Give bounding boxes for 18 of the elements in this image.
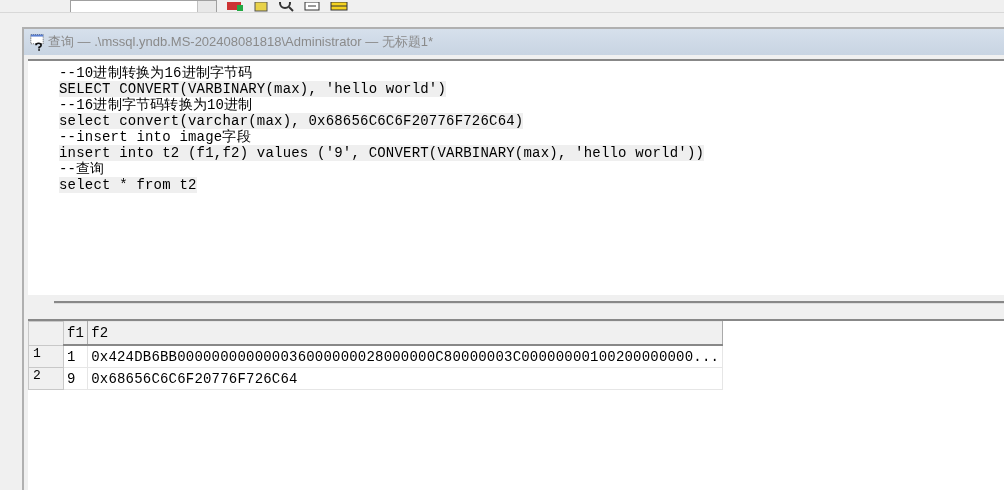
comment-line: --10进制转换为16进制字节码 (59, 65, 253, 81)
comment-line: --16进制字节码转换为10进制 (59, 97, 253, 113)
table-cell: 1 (63, 345, 88, 368)
row-header[interactable]: 1 (28, 345, 64, 368)
table-cell: 0x68656C6C6F20776F726C64 (87, 367, 723, 390)
comment-line: --insert into image字段 (59, 129, 251, 145)
table-cell: 9 (63, 367, 88, 390)
grid-icon[interactable] (329, 2, 349, 12)
magnifier-icon[interactable] (277, 2, 295, 12)
row-header[interactable]: 2 (28, 367, 64, 390)
column-header[interactable]: f2 (87, 321, 723, 345)
column-header[interactable]: f1 (63, 321, 88, 345)
list-icon[interactable] (303, 2, 321, 12)
table-cell: 0x424DB6BB000000000000036000000028000000C80000003C00000000100200000000... (87, 345, 723, 368)
window-title: 查询 — .\mssql.yndb.MS-202408081818\Administrator — 无标题1* (48, 33, 434, 51)
table-icon[interactable] (225, 2, 245, 12)
query-document-icon (30, 33, 44, 51)
comment-line: --查询 (59, 161, 105, 177)
